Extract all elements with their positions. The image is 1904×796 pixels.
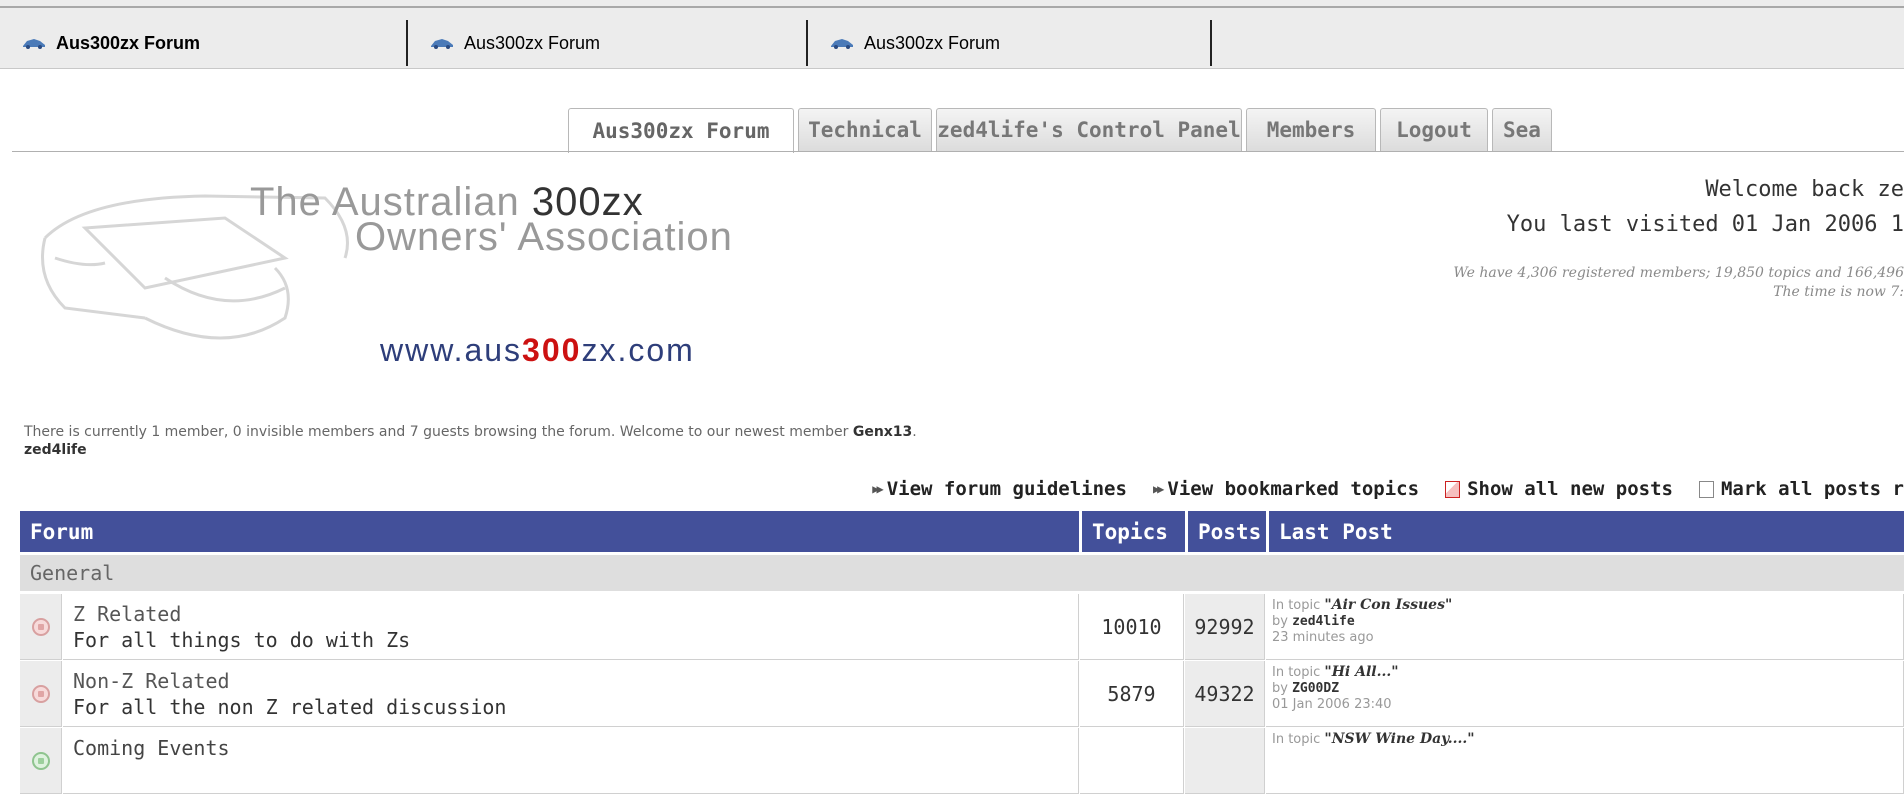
- nav-tab-search[interactable]: Sea: [1492, 108, 1552, 151]
- nav-tab-members-label: Members: [1266, 118, 1356, 142]
- topics-count: [1080, 728, 1184, 794]
- newest-member-link[interactable]: Genx13: [853, 424, 912, 440]
- forum-row: Z Related For all things to do with Zs 1…: [20, 594, 1904, 660]
- last-post-topic-link[interactable]: "Hi All...": [1324, 664, 1398, 680]
- show-new-posts-label: Show all new posts: [1467, 478, 1673, 500]
- nav-tab-forum[interactable]: Aus300zx Forum: [568, 108, 794, 153]
- view-bookmarked-label: View bookmarked topics: [1167, 478, 1420, 500]
- last-post-topic-link[interactable]: "NSW Wine Day....": [1324, 731, 1474, 747]
- topics-count: 5879: [1080, 661, 1184, 727]
- last-post-by: by: [1272, 614, 1293, 629]
- car-favicon-icon: [831, 39, 853, 49]
- nav-tab-search-label: Sea: [1503, 118, 1541, 142]
- posts-count: 92992: [1185, 594, 1265, 660]
- browser-tab-1[interactable]: Aus300zx Forum: [0, 20, 408, 66]
- nav-tab-logout-label: Logout: [1396, 118, 1472, 142]
- forum-description: For all the non Z related discussion: [73, 695, 507, 719]
- double-arrow-icon: ▶▶: [872, 482, 884, 496]
- browser-tab-3[interactable]: Aus300zx Forum: [808, 20, 1212, 66]
- car-favicon-icon: [23, 39, 45, 49]
- browser-tab-1-label: Aus300zx Forum: [56, 32, 201, 53]
- nav-tab-control-panel-label: zed4life's Control Panel: [937, 118, 1241, 142]
- posts-count: [1185, 728, 1265, 794]
- welcome-line: Welcome back ze: [1705, 177, 1904, 202]
- browser-tab-3-label: Aus300zx Forum: [864, 32, 1001, 53]
- last-post-cell: In topic "Hi All..." by ZG00DZ 01 Jan 20…: [1266, 661, 1904, 727]
- last-post-cell: In topic "NSW Wine Day....": [1266, 728, 1904, 794]
- nav-tabs-baseline: [12, 151, 1904, 152]
- forum-name-link[interactable]: Coming Events: [73, 736, 1068, 760]
- logo-url-post: zx.com: [581, 332, 695, 368]
- mark-read-link[interactable]: Mark all posts r: [1698, 478, 1904, 500]
- last-post-user-link[interactable]: ZG00DZ: [1292, 681, 1339, 696]
- new-posts-icon: [1445, 480, 1461, 498]
- car-favicon-icon: [431, 39, 453, 49]
- online-user-link[interactable]: zed4life: [24, 442, 87, 458]
- last-post-time: 01 Jan 2006 23:40: [1272, 697, 1392, 712]
- stats-line-members: We have 4,306 registered members; 19,850…: [1453, 265, 1904, 281]
- last-post-prefix: In topic: [1272, 732, 1325, 747]
- forum-name-cell: Coming Events: [63, 728, 1079, 794]
- mark-read-label: Mark all posts r: [1720, 478, 1904, 500]
- new-posts-status-icon: [32, 618, 50, 636]
- nav-tab-members[interactable]: Members: [1246, 108, 1376, 151]
- forum-name-link[interactable]: Non-Z Related: [73, 669, 1068, 693]
- browser-tab-strip: Aus300zx Forum Aus300zx Forum Aus300zx F…: [0, 0, 1904, 69]
- col-header-posts: Posts: [1188, 511, 1266, 552]
- col-header-topics: Topics: [1082, 511, 1185, 552]
- browser-tab-2[interactable]: Aus300zx Forum: [408, 20, 808, 66]
- new-posts-status-icon: [32, 685, 50, 703]
- forum-status-cell: [20, 594, 62, 660]
- forum-stats: We have 4,306 registered members; 19,850…: [1453, 264, 1904, 302]
- posts-count: 49322: [1185, 661, 1265, 727]
- forum-description: For all things to do with Zs: [73, 628, 411, 652]
- nav-tab-logout[interactable]: Logout: [1380, 108, 1488, 151]
- logo-title-line2: Owners' Association: [355, 215, 733, 259]
- forum-name-cell: Non-Z Related For all the non Z related …: [63, 661, 1079, 727]
- stats-line-time: The time is now 7:: [1773, 284, 1904, 300]
- last-post-prefix: In topic: [1272, 665, 1325, 680]
- forum-row: Non-Z Related For all the non Z related …: [20, 661, 1904, 727]
- topics-count: 10010: [1080, 594, 1184, 660]
- logo-url-red: 300: [522, 332, 582, 368]
- double-arrow-icon: ▶▶: [1152, 482, 1165, 496]
- last-post-user-link[interactable]: zed4life: [1292, 614, 1355, 629]
- last-post-topic-link[interactable]: "Air Con Issues": [1324, 597, 1452, 613]
- view-guidelines-link[interactable]: ▶▶ View forum guidelines: [872, 478, 1127, 500]
- nav-tab-technical[interactable]: Technical: [798, 108, 932, 151]
- view-guidelines-label: View forum guidelines: [886, 478, 1127, 500]
- category-row: General: [20, 555, 1904, 591]
- nav-tab-control-panel[interactable]: zed4life's Control Panel: [936, 108, 1242, 151]
- last-post-cell: In topic "Air Con Issues" by zed4life 23…: [1266, 594, 1904, 660]
- forum-name-cell: Z Related For all things to do with Zs: [63, 594, 1079, 660]
- online-users-line: There is currently 1 member, 0 invisible…: [24, 424, 917, 440]
- view-bookmarked-link[interactable]: ▶▶ View bookmarked topics: [1153, 478, 1419, 500]
- show-new-posts-link[interactable]: Show all new posts: [1445, 478, 1673, 500]
- col-header-forum: Forum: [20, 511, 1079, 552]
- forum-links-row: ▶▶ View forum guidelines ▶▶ View bookmar…: [846, 478, 1904, 500]
- browser-tab-2-label: Aus300zx Forum: [464, 32, 601, 53]
- online-users-text: There is currently 1 member, 0 invisible…: [24, 424, 853, 440]
- nav-tab-forum-label: Aus300zx Forum: [592, 119, 770, 143]
- logo-url[interactable]: www.aus300zx.com: [380, 332, 695, 369]
- welcome-box: Welcome back ze You last visited 01 Jan …: [1507, 177, 1904, 247]
- nav-tab-technical-label: Technical: [808, 118, 922, 142]
- online-users-after: .: [912, 424, 917, 440]
- forum-name-link[interactable]: Z Related: [73, 602, 1068, 626]
- logo-url-pre: www.aus: [380, 332, 523, 368]
- no-new-posts-status-icon: [32, 752, 50, 770]
- last-post-prefix: In topic: [1272, 598, 1325, 613]
- tab-strip-topline: [0, 6, 1904, 8]
- last-visited-line: You last visited 01 Jan 2006 1: [1506, 212, 1904, 237]
- last-post-by: by: [1272, 681, 1293, 696]
- col-header-last-post: Last Post: [1269, 511, 1904, 552]
- last-post-time: 23 minutes ago: [1272, 630, 1374, 645]
- forum-row: Coming Events In topic "NSW Wine Day....…: [20, 728, 1904, 794]
- forum-status-cell: [20, 661, 62, 727]
- mark-read-icon: [1698, 480, 1714, 498]
- forum-status-cell: [20, 728, 62, 794]
